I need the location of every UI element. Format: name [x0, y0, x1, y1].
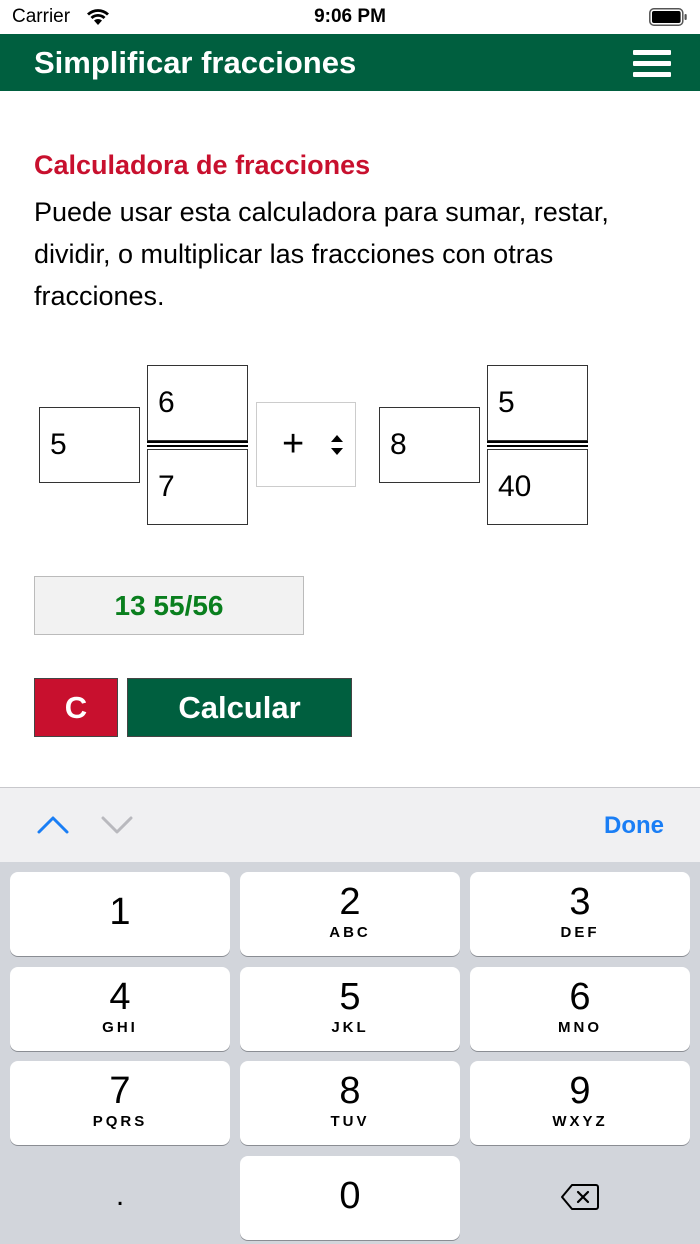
key-number: 9 — [569, 1070, 591, 1112]
key-letters: GHI — [102, 1019, 138, 1036]
result-display: 13 55/56 — [34, 576, 304, 635]
key-1[interactable]: 1 — [10, 872, 230, 956]
calculate-button[interactable]: Calcular — [127, 678, 352, 737]
first-whole-input[interactable]: 5 — [39, 407, 140, 483]
section-description: Puede usar esta calculadora para sumar, … — [34, 197, 609, 311]
second-numerator-input[interactable]: 5 — [487, 365, 588, 441]
second-whole-input[interactable]: 8 — [379, 407, 480, 483]
key-letters: JKL — [331, 1019, 369, 1036]
key-2[interactable]: 2 ABC — [240, 872, 460, 956]
key-9[interactable]: 9 WXYZ — [470, 1061, 690, 1145]
key-letters: ABC — [329, 924, 371, 941]
key-decimal[interactable]: . — [10, 1156, 230, 1240]
numeric-keypad: 1 2 ABC 3 DEF 4 GHI 5 JKL 6 MNO 7 PQRS 8… — [0, 862, 700, 1244]
backspace-icon — [561, 1184, 599, 1210]
battery-icon — [649, 8, 687, 26]
key-letters: DEF — [560, 924, 600, 941]
key-letters: WXYZ — [552, 1113, 608, 1130]
key-number: 1 — [109, 891, 131, 933]
key-4[interactable]: 4 GHI — [10, 967, 230, 1051]
first-fraction-bar — [147, 441, 248, 447]
key-number: 3 — [569, 881, 591, 923]
key-delete[interactable] — [470, 1156, 690, 1240]
section-title: Calculadora de fracciones — [34, 150, 371, 180]
page-title: Simplificar fracciones — [34, 45, 357, 80]
key-0[interactable]: 0 — [240, 1156, 460, 1240]
key-7[interactable]: 7 PQRS — [10, 1061, 230, 1145]
key-letters: PQRS — [92, 1113, 148, 1130]
second-fraction-bar — [487, 441, 588, 447]
key-number: 7 — [109, 1070, 131, 1112]
key-3[interactable]: 3 DEF — [470, 872, 690, 956]
key-number: 8 — [339, 1070, 361, 1112]
select-arrows-icon — [331, 435, 343, 455]
key-number: . — [115, 1179, 125, 1212]
key-6[interactable]: 6 MNO — [470, 967, 690, 1051]
key-number: 0 — [339, 1175, 361, 1217]
second-denominator-input[interactable]: 40 — [487, 449, 588, 525]
hamburger-menu-icon[interactable] — [633, 50, 671, 78]
key-number: 4 — [109, 976, 131, 1018]
first-denominator-input[interactable]: 7 — [147, 449, 248, 525]
clear-button[interactable]: C — [34, 678, 118, 737]
key-letters: MNO — [558, 1019, 602, 1036]
done-button[interactable]: Done — [604, 812, 664, 840]
chevron-up-icon[interactable] — [36, 813, 70, 835]
key-5[interactable]: 5 JKL — [240, 967, 460, 1051]
first-numerator-input[interactable]: 6 — [147, 365, 248, 441]
key-number: 2 — [339, 881, 361, 923]
status-time: 9:06 PM — [314, 6, 386, 27]
key-number: 6 — [569, 976, 591, 1018]
key-8[interactable]: 8 TUV — [240, 1061, 460, 1145]
key-number: 5 — [339, 976, 361, 1018]
chevron-down-icon[interactable] — [100, 813, 134, 835]
key-letters: TUV — [330, 1113, 370, 1130]
operator-value: + — [282, 423, 305, 465]
